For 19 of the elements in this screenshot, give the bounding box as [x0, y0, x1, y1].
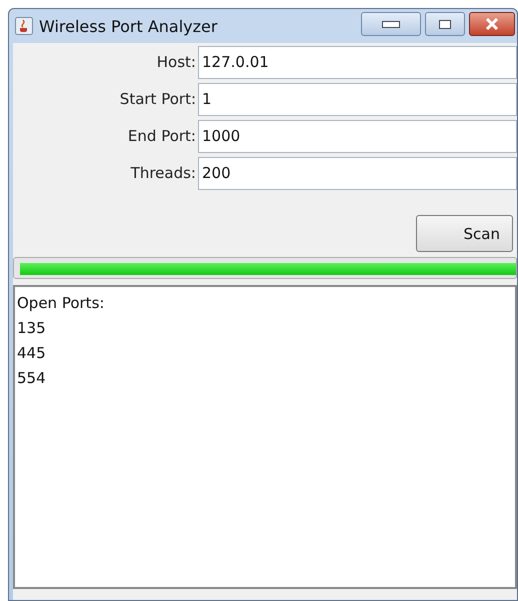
- close-icon: [485, 18, 499, 30]
- output-line: 554: [17, 368, 47, 389]
- scan-button[interactable]: Scan: [416, 215, 513, 252]
- input-field[interactable]: 1: [198, 82, 517, 116]
- input-field[interactable]: 200: [198, 156, 517, 190]
- output-line: 135: [17, 318, 47, 339]
- field-label: Start Port:: [118, 90, 197, 108]
- window-title: Wireless Port Analyzer: [39, 16, 218, 36]
- field-label: Threads:: [130, 164, 197, 182]
- cup-icon: [15, 17, 33, 35]
- output-line: Open Ports:: [17, 293, 106, 314]
- maximize-button[interactable]: [425, 12, 465, 36]
- input-field[interactable]: 1000: [198, 120, 517, 152]
- field-label: Host:: [156, 53, 197, 71]
- output-line: 445: [17, 343, 47, 364]
- close-button[interactable]: [469, 12, 515, 36]
- minimize-button[interactable]: [361, 12, 421, 36]
- field-label: End Port:: [126, 127, 197, 145]
- input-field[interactable]: 127.0.01: [198, 46, 517, 78]
